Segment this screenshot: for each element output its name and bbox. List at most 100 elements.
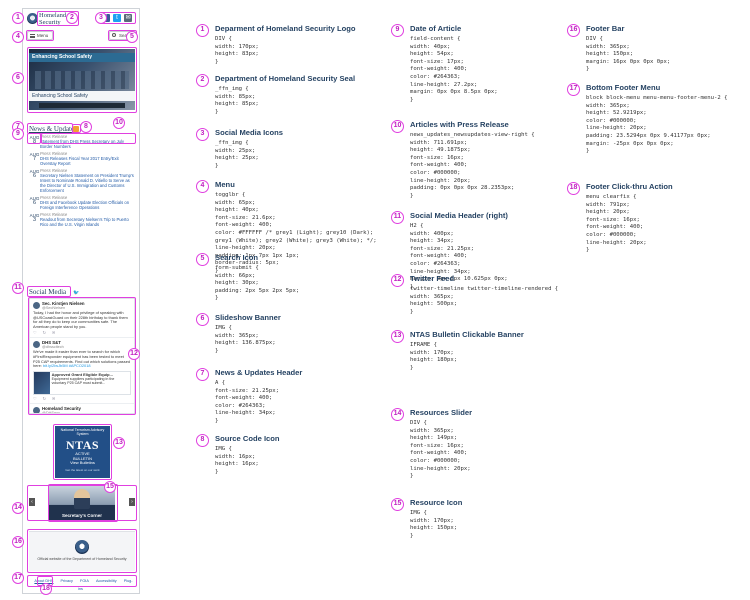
spec-block: 5 Search Icon form-submit { width: 66px; h… — [196, 253, 381, 303]
spec-title: Footer Click-thru Action — [586, 182, 673, 191]
annotation-badge: 9 — [12, 128, 24, 140]
news-date: AUG 6 — [29, 195, 40, 210]
spec-number-badge: 4 — [196, 180, 209, 193]
spec-code: _ffn_img { width: 85px; height: 85px; } — [215, 86, 259, 115]
annotation-badge: 6 — [12, 72, 24, 84]
news-day: 3 — [32, 217, 37, 223]
spec-number-badge: 8 — [196, 434, 209, 447]
spec-block: 6 Slideshow Banner IMG { width: 365px; hei… — [196, 313, 381, 355]
spec-code: twitter-timeline twitter-timeline-render… — [410, 286, 559, 315]
spec-title: Articles with Press Release — [410, 120, 509, 129]
spec-number-badge: 16 — [567, 24, 580, 37]
outline-footer-bar — [27, 529, 137, 573]
spec-code: A { font-size: 21.25px; font-weight: 400… — [215, 380, 279, 424]
news-item[interactable]: AUG 7 Press Release DHS Releases Fiscal Yea… — [29, 151, 135, 166]
spec-number-badge: 15 — [391, 498, 404, 511]
outline-resources-slider — [27, 485, 137, 521]
spec-code: IMG { width: 365px; height: 136.875px; } — [215, 325, 276, 354]
annotation-badge: 17 — [12, 572, 24, 584]
spec-code: IFRAME { width: 170px; height: 180px; } — [410, 342, 458, 371]
spec-code: field-content { width: 40px; height: 54p… — [410, 36, 498, 103]
news-title-link[interactable]: DHS Releases Fiscal Year 2017 Entry/Exit… — [40, 156, 135, 166]
outline-slideshow — [27, 47, 137, 113]
news-day: 6 — [32, 200, 37, 206]
mobile-page-mockup: Homeland Security f t ✉ Menu Search Enha… — [22, 8, 140, 594]
spec-code: block block-menu menu-menu-footer-menu-2… — [586, 95, 728, 155]
spec-code: DIV { width: 365px; height: 150px; margi… — [586, 36, 671, 73]
news-list: AUG 8 Press Release Statement from DHS Pres… — [29, 134, 135, 229]
spec-block: 8 Source Code Icon IMG { width: 16px; heig… — [196, 434, 381, 476]
spec-block: 15 Resource Icon IMG { width: 170px; heigh… — [391, 498, 576, 540]
spec-title: Social Media Header (right) — [410, 211, 508, 220]
spec-block: 16 Footer Bar DIV { width: 365px; height: … — [567, 24, 750, 74]
spec-title: Department of Homeland Security Seal — [215, 74, 356, 83]
spec-code: menu clearfix { width: 791px; height: 20… — [586, 194, 647, 254]
annotation-badge: 4 — [12, 31, 24, 43]
outline-date — [27, 133, 41, 144]
spec-title: Social Media Icons — [215, 128, 283, 137]
spec-number-badge: 9 — [391, 24, 404, 37]
spec-block: 14 Resources Slider DIV { width: 365px; he… — [391, 408, 576, 481]
annotation-badge: 11 — [12, 282, 24, 294]
news-date: AUG 3 — [29, 212, 40, 227]
spec-title: Deparment of Homeland Security Logo — [215, 24, 356, 33]
spec-code: IMG { width: 16px; height: 16px; } — [215, 446, 259, 475]
spec-code: form-submit { width: 66px; height: 30px;… — [215, 265, 300, 302]
spec-code: DIV { width: 365px; height: 149px; font-… — [410, 420, 471, 480]
spec-number-badge: 1 — [196, 24, 209, 37]
news-title-link[interactable]: Secretary Nielsen Statement on President… — [40, 173, 135, 193]
outline-ntas — [53, 424, 112, 480]
twitter-bird-icon: 🐦 — [73, 290, 80, 296]
outline-menu — [26, 30, 54, 41]
news-day: 6 — [32, 173, 37, 179]
annotation-badge: 2 — [66, 12, 78, 24]
spec-title: Resource Icon — [410, 498, 463, 507]
spec-title: Menu — [215, 180, 235, 189]
spec-block: 18 Footer Click-thru Action menu clearfix … — [567, 182, 750, 255]
spec-block: 1 Deparment of Homeland Security Logo DIV … — [196, 24, 381, 66]
spec-title: NTAS Bulletin Clickable Banner — [410, 330, 524, 339]
spec-title: Resources Slider — [410, 408, 473, 417]
spec-number-badge: 7 — [196, 368, 209, 381]
spec-number-badge: 12 — [391, 274, 404, 287]
annotation-badge: 16 — [12, 536, 24, 548]
spec-block: 13 NTAS Bulletin Clickable Banner IFRAME {… — [391, 330, 576, 372]
news-item[interactable]: AUG 3 Press Release Readout from Secretary … — [29, 212, 135, 227]
spec-title: Footer Bar — [586, 24, 625, 33]
spec-code: news_updates_newsupdates-view-right { wi… — [410, 132, 535, 199]
spec-number-badge: 6 — [196, 313, 209, 326]
news-title-link[interactable]: DHS and Facebook Update Election Officia… — [40, 200, 135, 210]
spec-code: DIV { width: 170px; height: 83px; } — [215, 36, 259, 65]
annotation-badge: 5 — [126, 31, 138, 43]
news-body: Press Release Readout from Secretary Niel… — [40, 212, 135, 227]
news-day: 7 — [32, 156, 37, 162]
news-body: Press Release DHS and Facebook Update Ele… — [40, 195, 135, 210]
spec-block: 3 Social Media Icons _ffn_img { width: 25p… — [196, 128, 381, 170]
annotation-badge: 12 — [128, 348, 140, 360]
annotation-badge: 3 — [95, 12, 107, 24]
spec-block: 17 Bottom Footer Menu block block-menu men… — [567, 83, 750, 156]
outline-social-header — [27, 286, 71, 297]
spec-code: _ffn_img { width: 25px; height: 25px; } — [215, 140, 259, 169]
spec-block: 2 Department of Homeland Security Seal _ff… — [196, 74, 381, 116]
spec-code: IMG { width: 170px; height: 150px; } — [410, 510, 458, 539]
spec-block: 7 News & Updates Header A { font-size: 21.… — [196, 368, 381, 426]
spec-number-badge: 3 — [196, 128, 209, 141]
spec-number-badge: 2 — [196, 74, 209, 87]
news-date: AUG 7 — [29, 151, 40, 166]
spec-number-badge: 10 — [391, 120, 404, 133]
annotation-badge: 13 — [113, 437, 125, 449]
spec-title: Source Code Icon — [215, 434, 280, 443]
news-title-link[interactable]: Readout from Secretary Nielsen's Trip to… — [40, 217, 135, 227]
spec-title: Slideshow Banner — [215, 313, 281, 322]
spec-number-badge: 14 — [391, 408, 404, 421]
news-item[interactable]: AUG 6 Press Release Secretary Nielsen State… — [29, 168, 135, 193]
spec-title: Date of Article — [410, 24, 462, 33]
spec-number-badge: 5 — [196, 253, 209, 266]
news-item[interactable]: AUG 6 Press Release DHS and Facebook Update… — [29, 195, 135, 210]
annotation-badge: 10 — [113, 117, 125, 129]
spec-number-badge: 18 — [567, 182, 580, 195]
spec-title: Twitter Feed — [410, 274, 455, 283]
spec-title: Bottom Footer Menu — [586, 83, 661, 92]
news-body: Press Release Secretary Nielsen Statement… — [40, 168, 135, 193]
